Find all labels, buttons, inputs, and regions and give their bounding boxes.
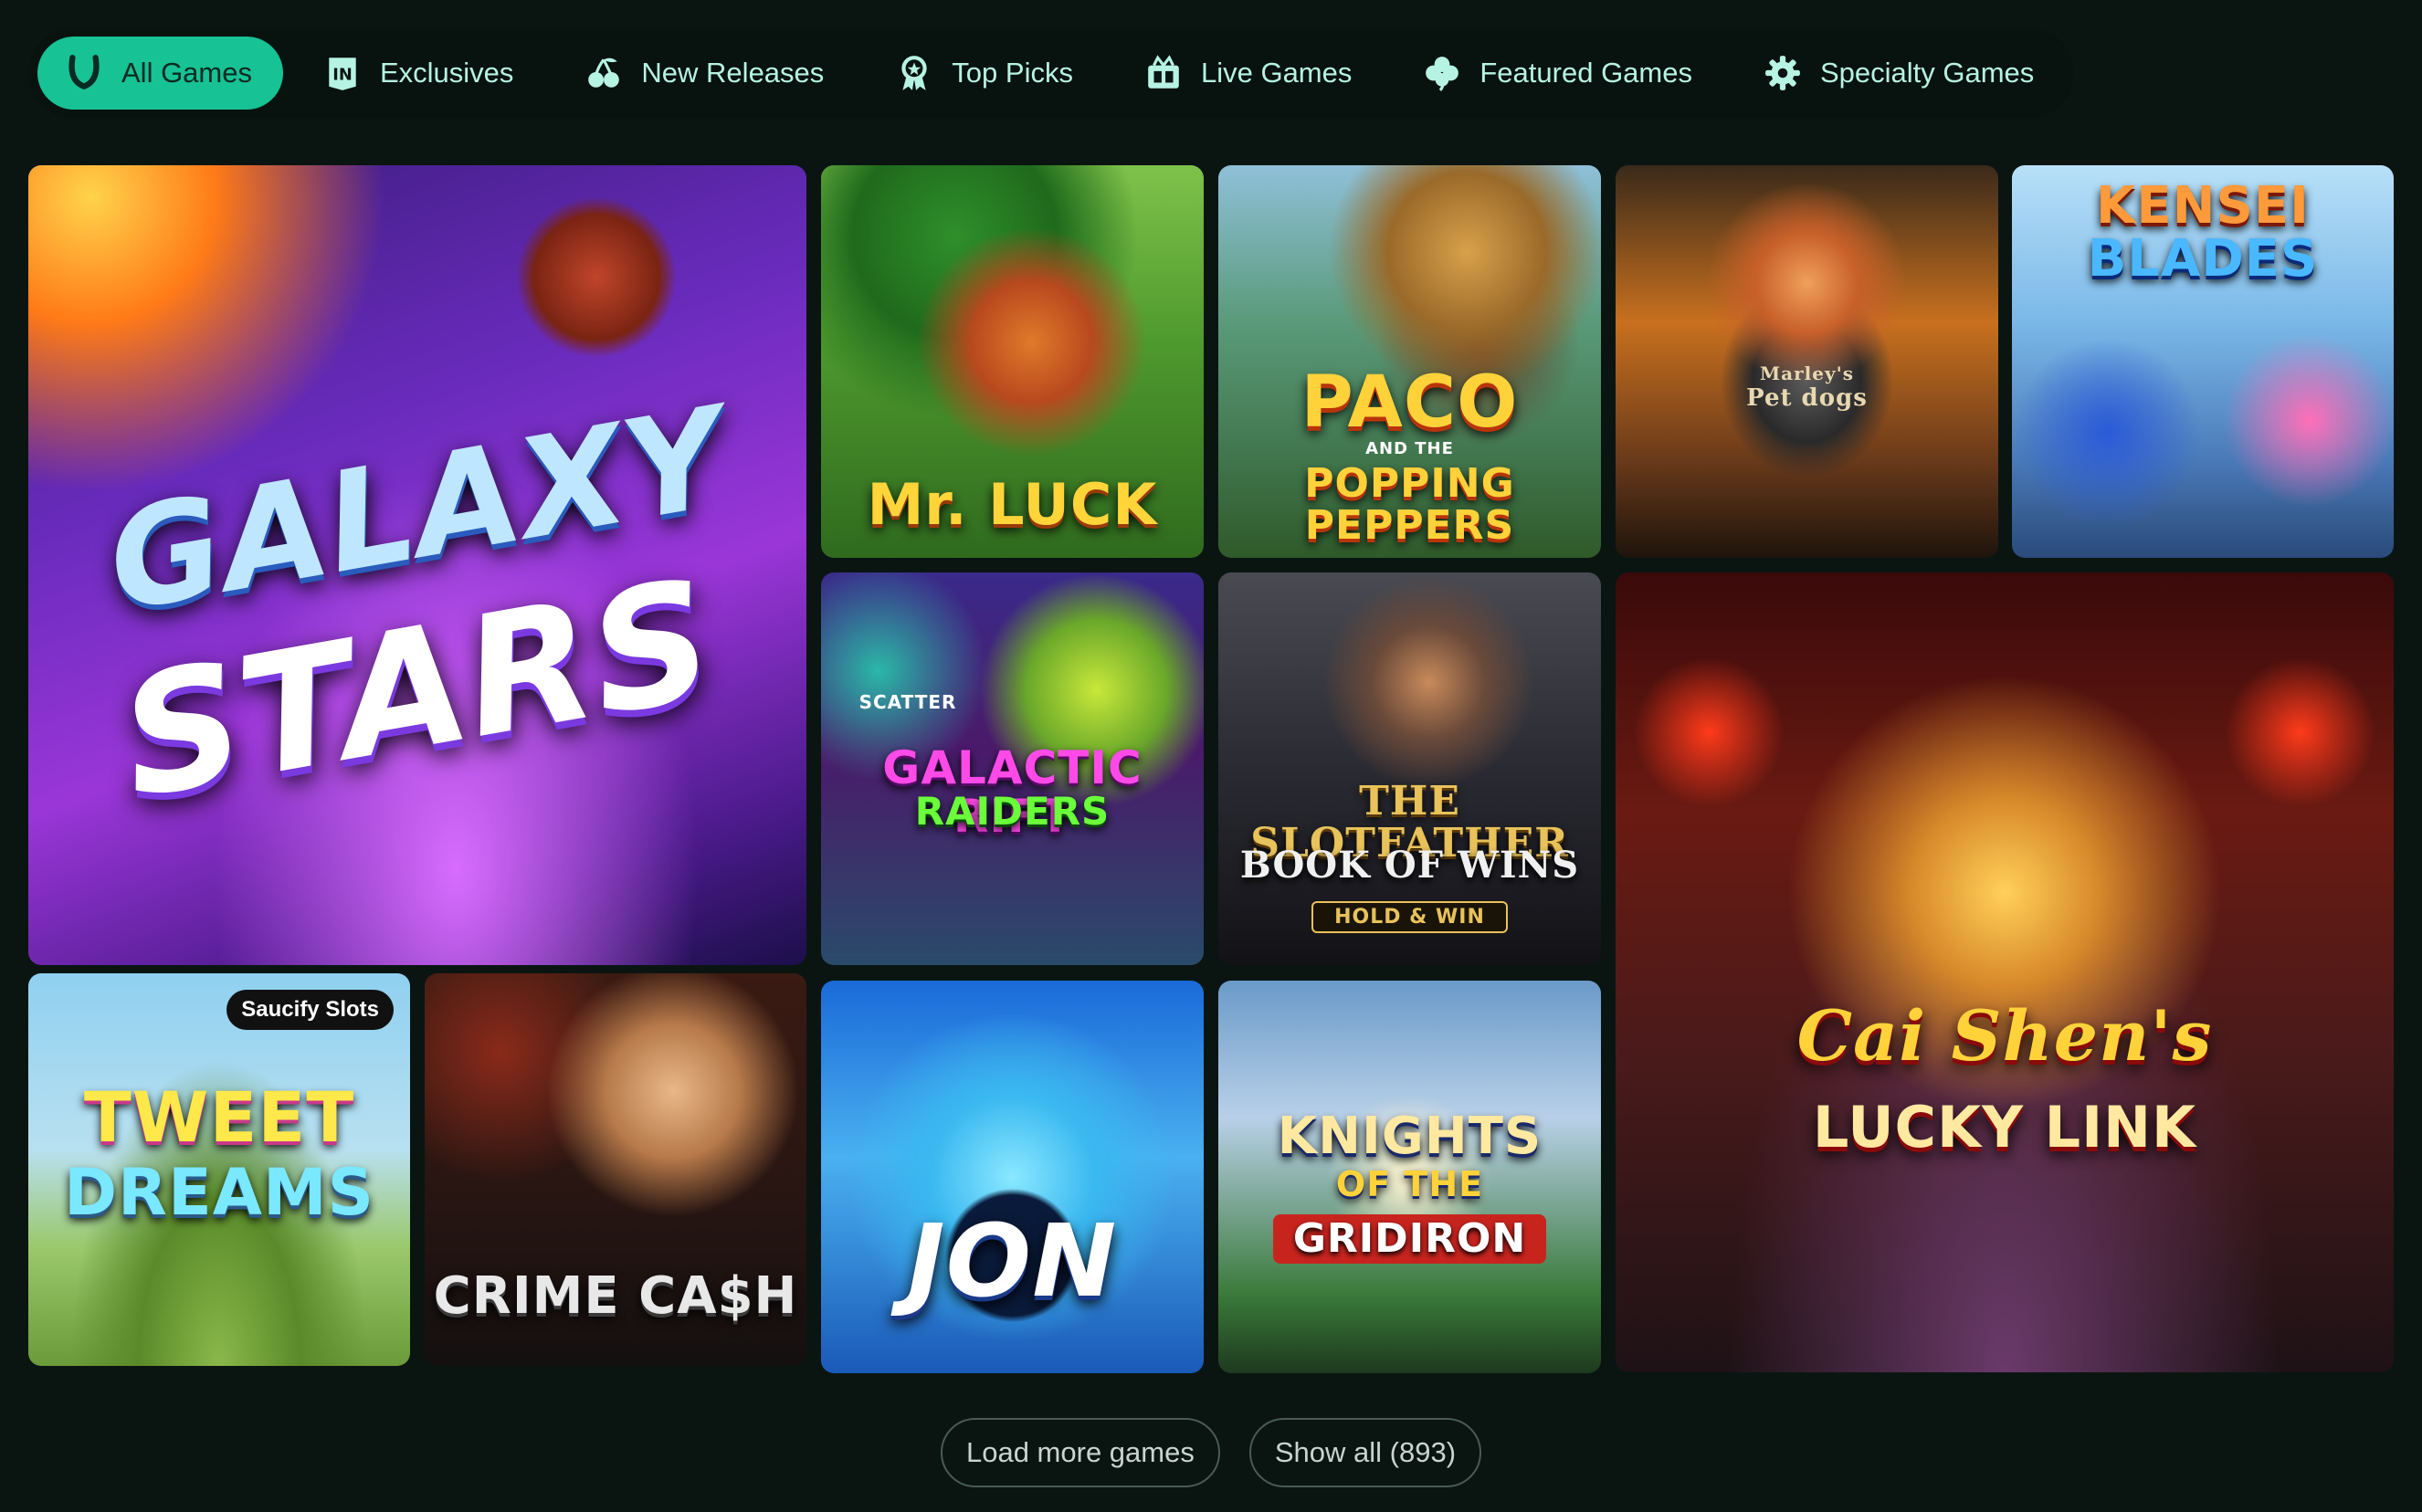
svg-text:IN: IN xyxy=(332,65,353,84)
provider-badge: Saucify Slots xyxy=(226,990,394,1030)
category-tabs: All Games IN Exclusives New Releases Top… xyxy=(28,27,2074,119)
game-tile-knights-of-the-gridiron[interactable]: KNIGHTS OF THE GRIDIRON xyxy=(1218,981,1601,1373)
game-title: JON xyxy=(907,1202,1118,1319)
tab-label: Top Picks xyxy=(952,57,1073,89)
game-subtitle: POPPING PEPPERS xyxy=(1304,460,1515,550)
game-subtitle: LUCKY LINK xyxy=(1812,1094,2197,1160)
tab-top-picks[interactable]: Top Picks xyxy=(868,37,1104,110)
tab-all-games[interactable]: All Games xyxy=(37,37,283,110)
game-title: Cai Shen's xyxy=(1796,995,2213,1076)
game-title: TWEET xyxy=(83,1076,355,1158)
game-subtitle: BLADES xyxy=(2087,229,2319,289)
game-title: Marley's xyxy=(1760,362,1854,384)
game-title: Mr. LUCK xyxy=(867,470,1158,538)
game-tag: HOLD & WIN xyxy=(1311,901,1508,934)
game-subtitle: OF THE xyxy=(1335,1164,1484,1204)
game-title: KNIGHTS xyxy=(1277,1107,1543,1166)
game-tile-paco-popping-peppers[interactable]: PACO AND THE POPPING PEPPERS xyxy=(1218,165,1601,558)
game-tile-crime-cash[interactable]: CRIME CA$H xyxy=(425,973,806,1366)
tab-label: New Releases xyxy=(641,57,825,89)
live-dealer-icon xyxy=(1144,54,1183,92)
tab-featured-games[interactable]: Featured Games xyxy=(1395,37,1723,110)
tab-label: Exclusives xyxy=(379,57,514,89)
load-more-button[interactable]: Load more games xyxy=(940,1418,1220,1487)
game-tile-galactic-rift-raiders[interactable]: SCATTER GALACTIC RIFT RAIDERS xyxy=(821,572,1204,965)
game-title: KENSEI xyxy=(2096,176,2310,236)
game-tile-kensei-blades[interactable]: KENSEI BLADES xyxy=(2012,165,2394,558)
game-subtitle: AND THE xyxy=(1365,439,1454,458)
exclusive-badge-icon: IN xyxy=(323,54,362,92)
award-ribbon-icon xyxy=(895,54,933,92)
game-subtitle: BOOK OF WINS xyxy=(1239,844,1580,887)
game-tile-galaxy-stars[interactable]: GALAXY STARS xyxy=(28,165,806,965)
game-tile-mr-luck[interactable]: Mr. LUCK xyxy=(821,165,1204,558)
game-tile-jon[interactable]: JON xyxy=(821,981,1204,1373)
game-tile-the-slotfather[interactable]: THE SLOTFATHER BOOK OF WINS HOLD & WIN xyxy=(1218,572,1601,965)
clover-icon xyxy=(1423,54,1461,92)
tab-label: Specialty Games xyxy=(1819,57,2035,89)
game-artwork xyxy=(1616,572,2394,1372)
gear-icon xyxy=(1764,54,1802,92)
game-title: CRIME CA$H xyxy=(433,1266,798,1327)
game-title: PACO xyxy=(1301,362,1519,444)
tab-new-releases[interactable]: New Releases xyxy=(557,37,855,110)
game-subtitle: GRIDIRON xyxy=(1273,1214,1546,1265)
scatter-label: SCATTER xyxy=(858,691,957,713)
show-all-button[interactable]: Show all (893) xyxy=(1248,1418,1482,1487)
game-tile-marleys-pet-dogs[interactable]: Marley's Pet dogs xyxy=(1616,165,1998,558)
tab-specialty-games[interactable]: Specialty Games xyxy=(1736,37,2065,110)
game-tile-tweet-dreams[interactable]: Saucify Slots TWEET DREAMS xyxy=(28,973,410,1366)
game-subtitle: RAIDERS xyxy=(914,789,1111,834)
tab-label: All Games xyxy=(121,57,252,89)
game-tile-cai-shens-lucky-link[interactable]: Cai Shen's LUCKY LINK xyxy=(1616,572,2394,1372)
pagination-actions: Load more games Show all (893) xyxy=(0,1418,2422,1487)
tab-label: Featured Games xyxy=(1480,57,1692,89)
tab-exclusives[interactable]: IN Exclusives xyxy=(296,37,544,110)
game-subtitle: DREAMS xyxy=(63,1155,375,1230)
tab-label: Live Games xyxy=(1200,57,1353,89)
game-artwork xyxy=(1616,165,1998,558)
horseshoe-icon xyxy=(65,54,103,92)
cherries-icon xyxy=(584,54,623,92)
tab-live-games[interactable]: Live Games xyxy=(1117,37,1383,110)
game-subtitle: Pet dogs xyxy=(1746,384,1868,412)
